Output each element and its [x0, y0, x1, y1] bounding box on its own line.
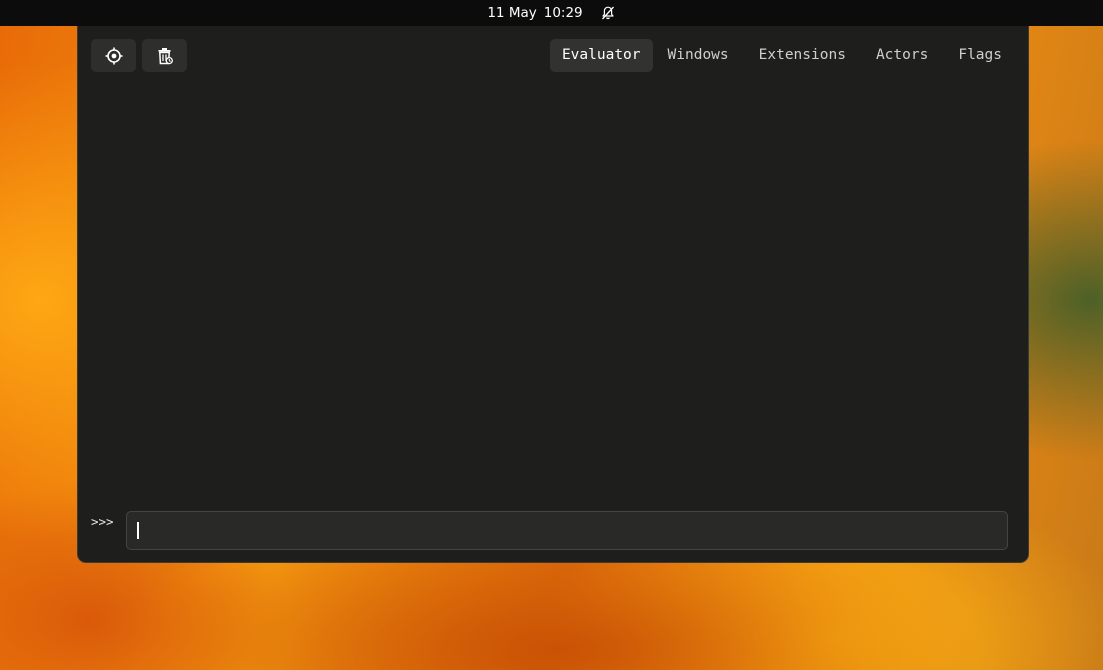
target-picker-icon	[105, 47, 123, 65]
clear-history-button[interactable]	[142, 39, 187, 72]
tab-actors[interactable]: Actors	[861, 39, 943, 72]
text-caret	[137, 522, 139, 539]
tab-windows[interactable]: Windows	[653, 39, 744, 72]
tab-flags[interactable]: Flags	[943, 39, 1017, 72]
tab-extensions[interactable]: Extensions	[744, 39, 861, 72]
looking-glass-panel: Evaluator Windows Extensions Actors Flag…	[77, 26, 1029, 563]
prompt-label: >>>	[91, 514, 114, 529]
evaluator-input[interactable]	[126, 511, 1008, 550]
tab-evaluator[interactable]: Evaluator	[549, 39, 653, 72]
top-bar: 11 May 10:29	[0, 0, 1103, 26]
bell-muted-icon	[600, 5, 616, 21]
trash-clear-icon	[156, 47, 174, 65]
tab-bar: Evaluator Windows Extensions Actors Flag…	[549, 39, 1017, 72]
clock-time: 10:29	[543, 5, 583, 21]
pick-actor-button[interactable]	[91, 39, 136, 72]
clock-date: 11 May	[487, 5, 537, 21]
clock-button[interactable]: 11 May 10:29	[487, 5, 615, 21]
